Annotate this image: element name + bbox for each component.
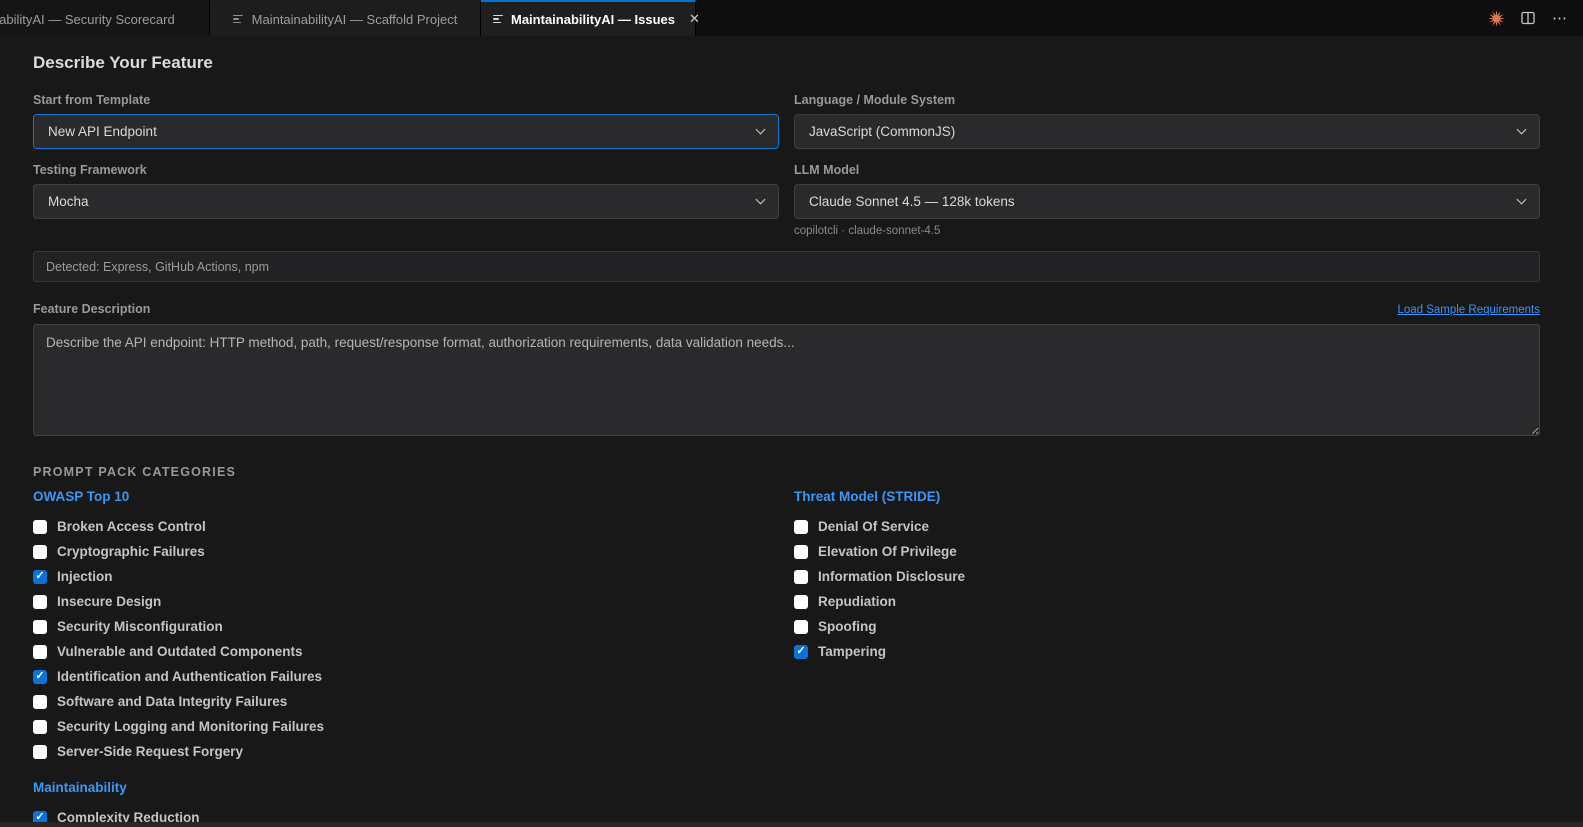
llm-select-value: Claude Sonnet 4.5 — 128k tokens: [809, 194, 1015, 209]
llm-detail: copilotcli · claude-sonnet-4.5: [794, 225, 941, 237]
checkbox-identification-authentication-failures[interactable]: Identification and Authentication Failur…: [33, 664, 779, 689]
feature-description-input[interactable]: [33, 324, 1540, 436]
owasp-group-title[interactable]: OWASP Top 10: [33, 489, 779, 504]
checkbox-icon: [794, 594, 808, 609]
checkbox-icon: [33, 719, 47, 734]
checkbox-spoofing[interactable]: Spoofing: [794, 614, 1540, 639]
checkbox-icon: [33, 544, 47, 559]
categories-left-column: OWASP Top 10 Broken Access Control Crypt…: [33, 489, 779, 827]
checkbox-icon: [33, 594, 47, 609]
checkbox-icon: [794, 619, 808, 634]
checkbox-icon: [794, 569, 808, 584]
form-grid: Start from Template New API Endpoint Lan…: [33, 93, 1540, 282]
categories-right-column: Threat Model (STRIDE) Denial Of Service …: [794, 489, 1540, 827]
checkbox-repudiation[interactable]: Repudiation: [794, 589, 1540, 614]
description-header: Feature Description Load Sample Requirem…: [33, 302, 1540, 316]
tab-scaffold-project[interactable]: MaintainabilityAI — Scaffold Project: [210, 0, 481, 36]
tab-label: MaintainabilityAI — Issues: [511, 11, 675, 27]
checkbox-icon: [33, 569, 47, 584]
detected-stack-banner: Detected: Express, GitHub Actions, npm: [33, 251, 1540, 282]
checkbox-server-side-request-forgery[interactable]: Server-Side Request Forgery: [33, 739, 779, 764]
checkbox-icon: [33, 744, 47, 759]
issues-panel: Describe Your Feature Start from Templat…: [0, 36, 1583, 827]
testing-field: Testing Framework Mocha: [33, 163, 779, 237]
template-select[interactable]: New API Endpoint: [33, 114, 779, 149]
tab-security-scorecard[interactable]: MaintainabilityAI — Security Scorecard: [0, 0, 210, 36]
testing-label: Testing Framework: [33, 163, 147, 177]
categories-grid: OWASP Top 10 Broken Access Control Crypt…: [33, 489, 1540, 827]
maintainability-group-title[interactable]: Maintainability: [33, 780, 779, 795]
checkbox-broken-access-control[interactable]: Broken Access Control: [33, 514, 779, 539]
horizontal-scrollbar[interactable]: [0, 822, 1583, 827]
tab-label: MaintainabilityAI — Scaffold Project: [251, 11, 458, 27]
preview-icon: [493, 14, 503, 24]
chevron-down-icon: [1516, 194, 1527, 205]
preview-icon: [232, 14, 244, 24]
checkbox-information-disclosure[interactable]: Information Disclosure: [794, 564, 1540, 589]
chevron-down-icon: [755, 124, 766, 135]
description-label: Feature Description: [33, 302, 151, 316]
language-select-value: JavaScript (CommonJS): [809, 124, 956, 139]
chevron-down-icon: [755, 194, 766, 205]
tab-issues[interactable]: MaintainabilityAI — Issues ✕: [481, 0, 700, 36]
template-select-value: New API Endpoint: [48, 124, 157, 139]
checkbox-icon: [33, 669, 47, 684]
checkbox-software-data-integrity-failures[interactable]: Software and Data Integrity Failures: [33, 689, 779, 714]
checkbox-icon: [33, 694, 47, 709]
checkbox-icon: [794, 644, 808, 659]
checkbox-denial-of-service[interactable]: Denial Of Service: [794, 514, 1540, 539]
editor-actions: ⋯: [1487, 0, 1569, 36]
checkbox-icon: [33, 619, 47, 634]
language-select[interactable]: JavaScript (CommonJS): [794, 114, 1540, 149]
llm-select[interactable]: Claude Sonnet 4.5 — 128k tokens: [794, 184, 1540, 219]
stride-group: Threat Model (STRIDE) Denial Of Service …: [794, 489, 1540, 664]
template-field: Start from Template New API Endpoint: [33, 93, 779, 149]
checkbox-icon: [33, 644, 47, 659]
tab-label: MaintainabilityAI — Security Scorecard: [0, 11, 175, 27]
testing-select-value: Mocha: [48, 194, 89, 209]
load-sample-requirements-link[interactable]: Load Sample Requirements: [1397, 304, 1540, 316]
claude-starburst-icon[interactable]: [1487, 9, 1505, 27]
checkbox-injection[interactable]: Injection: [33, 564, 779, 589]
language-label: Language / Module System: [794, 93, 956, 107]
llm-label: LLM Model: [794, 163, 860, 177]
checkbox-cryptographic-failures[interactable]: Cryptographic Failures: [33, 539, 779, 564]
tab-bar: MaintainabilityAI — Security Scorecard M…: [0, 0, 1583, 36]
checkbox-icon: [794, 544, 808, 559]
llm-field: LLM Model Claude Sonnet 4.5 — 128k token…: [794, 163, 1540, 237]
page-title: Describe Your Feature: [33, 53, 213, 72]
template-label: Start from Template: [33, 93, 151, 107]
language-field: Language / Module System JavaScript (Com…: [794, 93, 1540, 149]
checkbox-vulnerable-outdated-components[interactable]: Vulnerable and Outdated Components: [33, 639, 779, 664]
checkbox-tampering[interactable]: Tampering: [794, 639, 1540, 664]
checkbox-insecure-design[interactable]: Insecure Design: [33, 589, 779, 614]
checkbox-security-logging-monitoring-failures[interactable]: Security Logging and Monitoring Failures: [33, 714, 779, 739]
more-actions-icon[interactable]: ⋯: [1551, 9, 1569, 27]
prompt-pack-categories-heading: PROMPT PACK CATEGORIES: [33, 465, 237, 479]
maintainability-group: Maintainability Complexity Reduction Dep…: [33, 780, 779, 827]
chevron-down-icon: [1516, 124, 1527, 135]
checkbox-elevation-of-privilege[interactable]: Elevation Of Privilege: [794, 539, 1540, 564]
close-icon[interactable]: ✕: [689, 11, 700, 27]
owasp-group: OWASP Top 10 Broken Access Control Crypt…: [33, 489, 779, 764]
checkbox-icon: [33, 519, 47, 534]
checkbox-security-misconfiguration[interactable]: Security Misconfiguration: [33, 614, 779, 639]
split-editor-icon[interactable]: [1519, 9, 1537, 27]
stride-group-title[interactable]: Threat Model (STRIDE): [794, 489, 1540, 504]
checkbox-icon: [794, 519, 808, 534]
testing-select[interactable]: Mocha: [33, 184, 779, 219]
